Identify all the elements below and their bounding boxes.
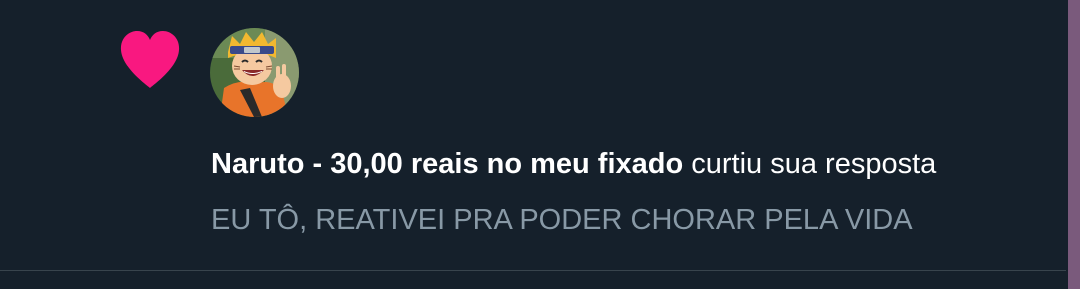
notification-text: Naruto - 30,00 reais no meu fixado curti… <box>211 146 936 182</box>
divider <box>0 270 1066 271</box>
like-notification[interactable]: Naruto - 30,00 reais no meu fixado curti… <box>0 0 1080 289</box>
scrollbar[interactable] <box>1068 0 1080 289</box>
avatar[interactable] <box>210 28 299 117</box>
scrollbar-thumb[interactable] <box>1068 0 1080 289</box>
reply-preview[interactable]: EU TÔ, REATIVEI PRA PODER CHORAR PELA VI… <box>211 202 913 238</box>
heart-icon <box>120 31 180 88</box>
action-text: curtiu sua resposta <box>691 148 937 180</box>
user-name[interactable]: Naruto - 30,00 reais no meu fixado <box>211 148 683 180</box>
naruto-avatar-image <box>210 28 299 117</box>
